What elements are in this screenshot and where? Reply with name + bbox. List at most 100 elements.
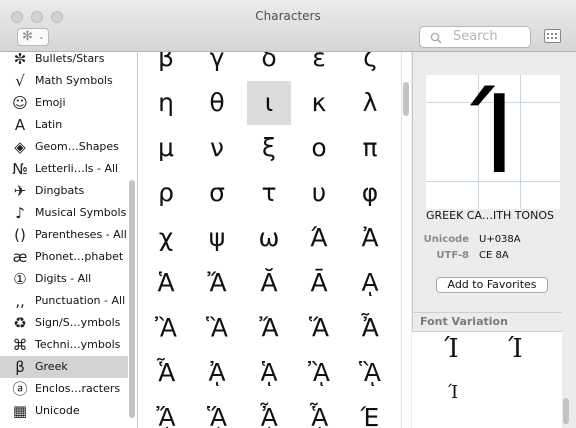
character-cell[interactable]: τ xyxy=(247,171,291,215)
unicode-value: U+038A xyxy=(479,234,521,245)
sidebar-item[interactable]: A Latin xyxy=(0,114,128,136)
sidebar-item[interactable]: ⌘ Techni…ymbols xyxy=(0,334,128,356)
sidebar-item-label: Bullets/Stars xyxy=(35,52,105,65)
font-variation-list: Ί Ί Ί xyxy=(412,332,562,428)
sidebar-item[interactable]: ♻ Sign/S…ymbols xyxy=(0,312,128,334)
characters-window: Characters ✻ ⌄ Search ✼ Bullets/Stars √ Mat… xyxy=(0,0,576,428)
sidebar-item[interactable]: √ Math Symbols xyxy=(0,70,128,92)
character-cell[interactable]: ν xyxy=(195,126,239,170)
character-cell[interactable]: σ xyxy=(195,171,239,215)
character-cell[interactable]: η xyxy=(144,81,188,125)
font-variation-glyph[interactable]: Ί xyxy=(508,334,523,364)
character-cell[interactable]: ᾏ xyxy=(297,396,341,428)
sidebar-item-label: Techni…ymbols xyxy=(35,338,121,351)
character-cell[interactable]: ᾉ xyxy=(247,351,291,395)
sidebar-item[interactable]: ◈ Geom…Shapes xyxy=(0,136,128,158)
character-cell[interactable]: λ xyxy=(348,81,392,125)
category-icon: ✼ xyxy=(13,52,27,68)
character-cell[interactable]: Έ xyxy=(348,396,392,428)
character-cell[interactable]: ο xyxy=(297,126,341,170)
character-cell[interactable]: ζ xyxy=(348,52,392,80)
utf8-label: UTF-8 xyxy=(436,250,469,261)
sidebar-item[interactable]: ☺ Emoji xyxy=(0,92,128,114)
character-cell[interactable]: θ xyxy=(195,81,239,125)
character-cell[interactable]: Ἃ xyxy=(195,306,239,350)
keyboard-viewer-icon[interactable] xyxy=(544,29,561,43)
character-cell[interactable]: Ἅ xyxy=(297,306,341,350)
character-cell[interactable]: χ xyxy=(144,216,188,260)
character-cell[interactable]: Ἁ xyxy=(144,261,188,305)
category-icon: ‚, xyxy=(15,292,25,310)
window-title: Characters xyxy=(255,9,321,23)
character-cell[interactable]: φ xyxy=(348,171,392,215)
font-variation-header[interactable]: Font Variation xyxy=(412,312,562,332)
character-cell[interactable]: υ xyxy=(297,171,341,215)
character-cell[interactable]: ψ xyxy=(195,216,239,260)
character-cell[interactable]: γ xyxy=(195,52,239,80)
action-menu-button[interactable]: ✻ ⌄ xyxy=(17,28,49,46)
sidebar-item[interactable]: β Greek xyxy=(0,356,128,378)
search-field[interactable]: Search xyxy=(419,26,531,48)
font-variation-glyph[interactable]: Ί xyxy=(448,382,458,403)
character-cell[interactable]: ρ xyxy=(144,171,188,215)
sidebar-item-label: Parentheses - All xyxy=(35,228,127,241)
sidebar-scrollbar[interactable] xyxy=(129,180,135,418)
sidebar-item[interactable]: ✼ Bullets/Stars xyxy=(0,52,128,70)
sidebar-item[interactable]: ♪ Musical Symbols xyxy=(0,202,128,224)
character-cell[interactable]: Ᾰ xyxy=(247,261,291,305)
sidebar-item[interactable]: ① Digits - All xyxy=(0,268,128,290)
sidebar-item[interactable]: ▦ Unicode xyxy=(0,400,128,422)
character-cell[interactable]: ᾍ xyxy=(195,396,239,428)
category-icon: ☺ xyxy=(12,94,28,112)
sidebar-item-label: Emoji xyxy=(35,96,66,109)
search-placeholder: Search xyxy=(453,29,498,44)
character-cell[interactable]: β xyxy=(144,52,188,80)
sidebar-item[interactable]: ⓐ Enclos…racters xyxy=(0,378,128,400)
sidebar-item[interactable]: ✈ Dingbats xyxy=(0,180,128,202)
character-cell[interactable]: Ἇ xyxy=(144,351,188,395)
sidebar-item-label: Sign/S…ymbols xyxy=(35,316,121,329)
character-cell[interactable]: Ἄ xyxy=(195,261,239,305)
character-cell[interactable]: ᾋ xyxy=(348,351,392,395)
character-cell[interactable]: Ᾱ xyxy=(297,261,341,305)
character-cell[interactable]: Ἆ xyxy=(348,306,392,350)
character-cell[interactable]: μ xyxy=(144,126,188,170)
category-sidebar: ✼ Bullets/Stars √ Math Symbols ☺ Emoji A Latin ◈… xyxy=(0,52,138,428)
character-cell[interactable]: ᾎ xyxy=(247,396,291,428)
add-to-favorites-button[interactable]: Add to Favorites xyxy=(436,277,548,293)
character-cell[interactable]: δ xyxy=(247,52,291,80)
character-cell[interactable]: Ἂ xyxy=(144,306,188,350)
character-cell[interactable]: Ἄ xyxy=(247,306,291,350)
character-cell[interactable]: κ xyxy=(297,81,341,125)
character-cell[interactable]: ω xyxy=(247,216,291,260)
character-cell[interactable]: ᾈ xyxy=(195,351,239,395)
sidebar-item[interactable]: () Parentheses - All xyxy=(0,224,128,246)
sidebar-item-label: Enclos…racters xyxy=(35,382,121,395)
category-icon: № xyxy=(12,160,28,178)
character-cell[interactable]: ᾊ xyxy=(297,351,341,395)
character-cell[interactable]: Ἀ xyxy=(348,216,392,260)
category-icon: ♪ xyxy=(15,204,25,222)
character-cell[interactable]: ξ xyxy=(247,126,291,170)
sidebar-item[interactable]: ‚, Punctuation - All xyxy=(0,290,128,312)
character-cell[interactable]: ᾌ xyxy=(144,396,188,428)
character-grid: βγδεζηθικλμνξοπρστυφχψωΆἈἉἌᾸᾹᾼἊἋἌἍἎἏᾈᾉᾊᾋ… xyxy=(138,52,401,428)
utf8-value: CE 8A xyxy=(479,250,509,261)
character-cell[interactable]: Ά xyxy=(297,216,341,260)
category-icon: æ xyxy=(12,248,28,266)
detail-scrollbar[interactable] xyxy=(563,398,569,424)
category-icon: A xyxy=(14,116,26,134)
sidebar-item[interactable]: æ Phonet…phabet xyxy=(0,246,128,268)
character-preview: Ί xyxy=(426,75,560,209)
sidebar-item[interactable]: № Letterli…ls - All xyxy=(0,158,128,180)
character-cell[interactable]: ᾼ xyxy=(348,261,392,305)
search-icon xyxy=(430,32,442,44)
chevron-down-icon: ⌄ xyxy=(38,32,45,41)
character-cell[interactable]: π xyxy=(348,126,392,170)
sidebar-item-label: Latin xyxy=(35,118,63,131)
gear-icon: ✻ xyxy=(22,29,33,44)
font-variation-glyph[interactable]: Ί xyxy=(444,334,459,364)
character-cell[interactable]: ι xyxy=(247,81,291,125)
character-cell[interactable]: ε xyxy=(297,52,341,80)
grid-scrollbar[interactable] xyxy=(403,82,409,116)
